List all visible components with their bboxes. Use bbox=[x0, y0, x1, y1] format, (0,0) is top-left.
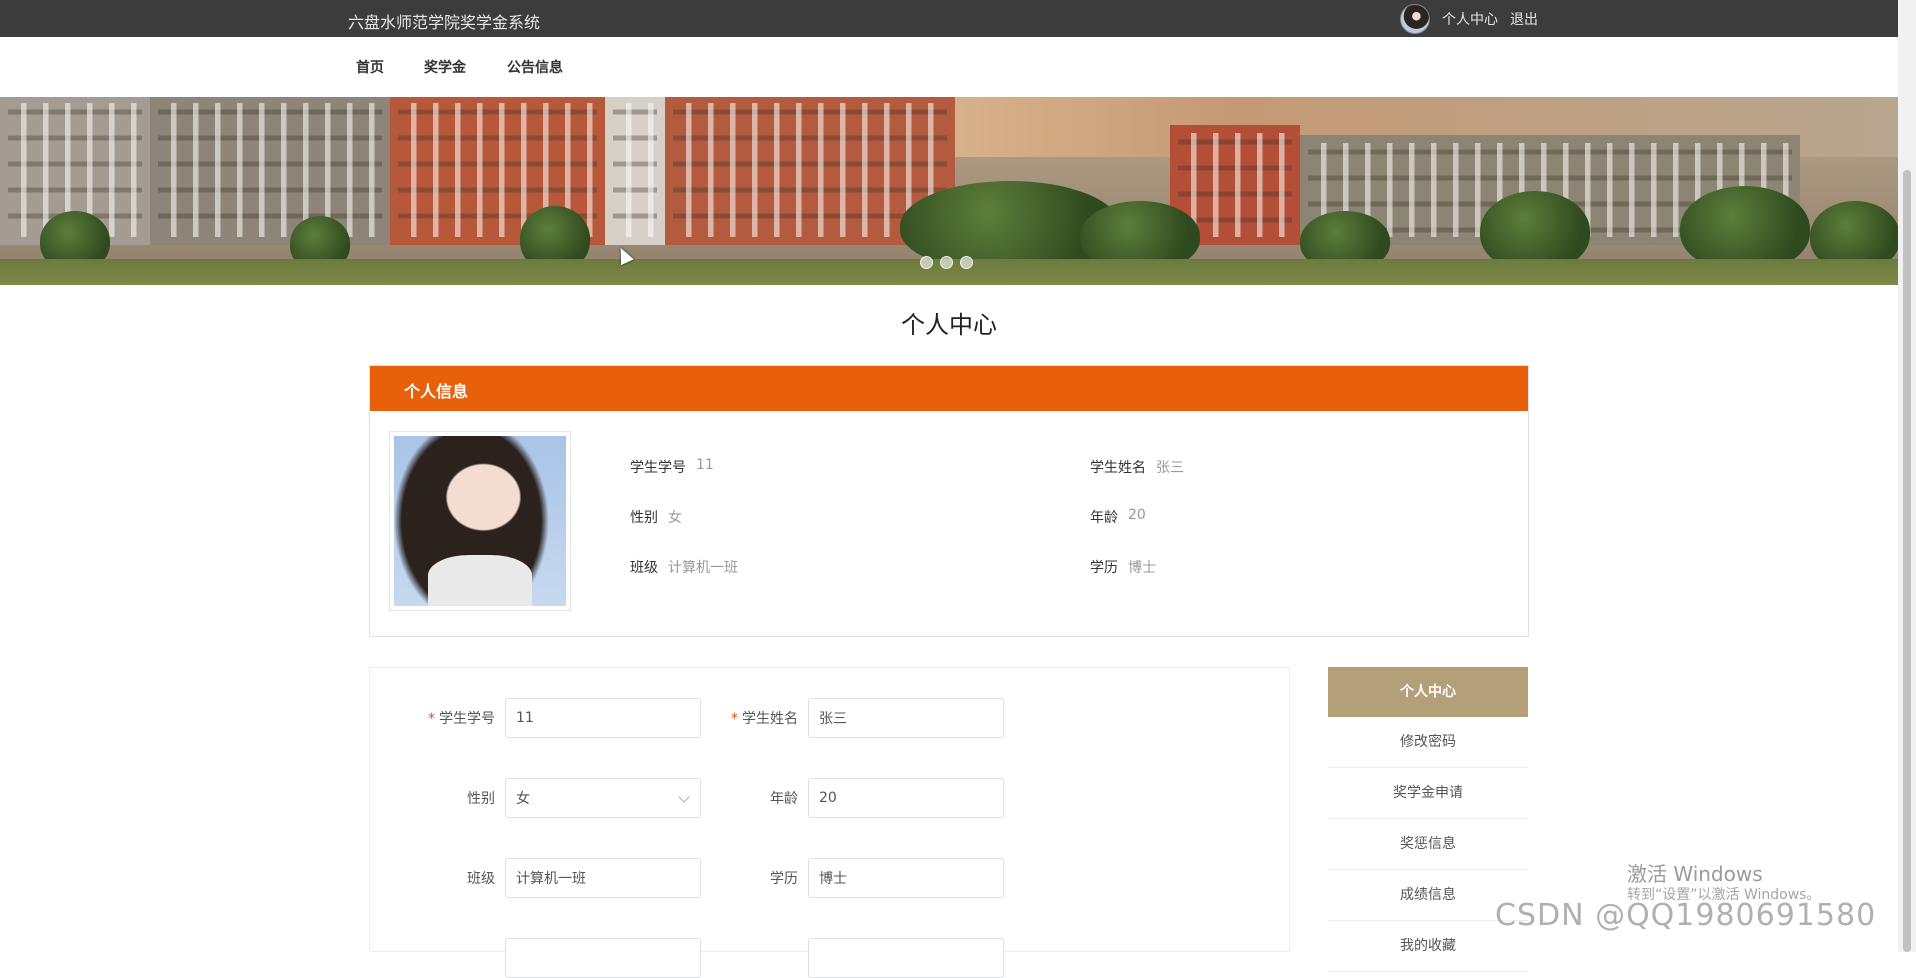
form-row-class: 班级 计算机一班 bbox=[415, 858, 701, 898]
carousel-dot-1[interactable] bbox=[920, 256, 933, 269]
form-label: * 学生学号 bbox=[428, 711, 495, 727]
side-menu-rewards-penalties[interactable]: 奖惩信息 bbox=[1328, 819, 1528, 870]
info-value: 计算机一班 bbox=[668, 560, 738, 576]
scrollbar-thumb[interactable] bbox=[1903, 170, 1911, 952]
form-row-student-name: * 学生姓名 张三 bbox=[718, 698, 1004, 738]
student-photo bbox=[389, 431, 571, 611]
vertical-scrollbar[interactable] bbox=[1898, 0, 1916, 952]
form-row-age: 年龄 20 bbox=[718, 778, 1004, 818]
chevron-down-icon bbox=[678, 791, 690, 803]
carousel-indicators bbox=[920, 256, 973, 269]
info-value: 20 bbox=[1128, 507, 1146, 523]
info-student-name: 学生姓名 张三 bbox=[1090, 457, 1184, 477]
info-class: 班级 计算机一班 bbox=[630, 557, 738, 577]
banner-carousel[interactable] bbox=[0, 97, 1898, 285]
form-row-gender: 性别 女 bbox=[415, 778, 701, 818]
avatar[interactable] bbox=[1400, 4, 1430, 34]
carousel-dot-3[interactable] bbox=[960, 256, 973, 269]
form-row-partial bbox=[808, 938, 1004, 978]
education-input[interactable]: 博士 bbox=[808, 858, 1004, 898]
personal-center-link[interactable]: 个人中心 bbox=[1442, 9, 1498, 29]
side-menu-scholarship-apply[interactable]: 奖学金申请 bbox=[1328, 768, 1528, 819]
student-id-input[interactable]: 11 bbox=[505, 698, 701, 738]
page-title: 个人中心 bbox=[901, 311, 997, 339]
info-value: 张三 bbox=[1156, 460, 1184, 476]
form-row-student-id: * 学生学号 11 bbox=[415, 698, 701, 738]
info-education: 学历 博士 bbox=[1090, 557, 1156, 577]
site-title: 六盘水师范学院奖学金系统 bbox=[348, 13, 541, 32]
csdn-watermark: CSDN @QQ1980691580 bbox=[1495, 898, 1877, 933]
profile-form: * 学生学号 11 * 学生姓名 张三 性别 女 年龄 20 班级 计算机一班 学历… bbox=[369, 667, 1290, 978]
student-name-input[interactable]: 张三 bbox=[808, 698, 1004, 738]
info-gender: 性别 女 bbox=[630, 507, 682, 527]
top-bar: 六盘水师范学院奖学金系统 个人中心 退出 bbox=[0, 0, 1898, 37]
gender-select-value: 女 bbox=[516, 791, 530, 807]
form-label: * 学生姓名 bbox=[731, 711, 798, 727]
form-input-partial[interactable] bbox=[505, 938, 701, 978]
personal-info-panel: 个人信息 学生学号 11 学生姓名 张三 性别 女 年龄 20 班级 计算机一班… bbox=[369, 365, 1529, 637]
class-input[interactable]: 计算机一班 bbox=[505, 858, 701, 898]
info-value: 11 bbox=[696, 457, 714, 473]
info-label: 学生姓名 bbox=[1090, 460, 1146, 476]
info-label: 班级 bbox=[630, 560, 658, 576]
info-value: 博士 bbox=[1128, 560, 1156, 576]
info-label: 年龄 bbox=[1090, 510, 1118, 526]
info-student-id: 学生学号 11 bbox=[630, 457, 714, 477]
activate-windows-title: 激活 Windows bbox=[1627, 862, 1763, 886]
personal-info-heading: 个人信息 bbox=[370, 366, 1528, 411]
age-input[interactable]: 20 bbox=[808, 778, 1004, 818]
form-label: 班级 bbox=[467, 871, 495, 887]
user-area: 个人中心 退出 bbox=[1400, 4, 1538, 34]
carousel-dot-2[interactable] bbox=[940, 256, 953, 269]
info-age: 年龄 20 bbox=[1090, 507, 1146, 527]
nav-scholarship[interactable]: 奖学金 bbox=[424, 57, 466, 77]
info-label: 学历 bbox=[1090, 560, 1118, 576]
gender-select[interactable]: 女 bbox=[505, 778, 701, 818]
form-row-education: 学历 博士 bbox=[718, 858, 1004, 898]
form-row-partial bbox=[505, 938, 701, 978]
main-nav: 首页 奖学金 公告信息 bbox=[0, 37, 1898, 97]
form-label: 学历 bbox=[770, 871, 798, 887]
form-label: 年龄 bbox=[770, 791, 798, 807]
nav-announcements[interactable]: 公告信息 bbox=[507, 57, 563, 77]
info-label: 学生学号 bbox=[630, 460, 686, 476]
logout-link[interactable]: 退出 bbox=[1510, 9, 1538, 29]
side-menu-personal-center[interactable]: 个人中心 bbox=[1328, 667, 1528, 717]
info-label: 性别 bbox=[630, 510, 658, 526]
form-label: 性别 bbox=[467, 791, 495, 807]
form-input-partial[interactable] bbox=[808, 938, 1004, 978]
info-value: 女 bbox=[668, 510, 682, 526]
nav-home[interactable]: 首页 bbox=[356, 57, 384, 77]
side-menu-change-password[interactable]: 修改密码 bbox=[1328, 717, 1528, 768]
